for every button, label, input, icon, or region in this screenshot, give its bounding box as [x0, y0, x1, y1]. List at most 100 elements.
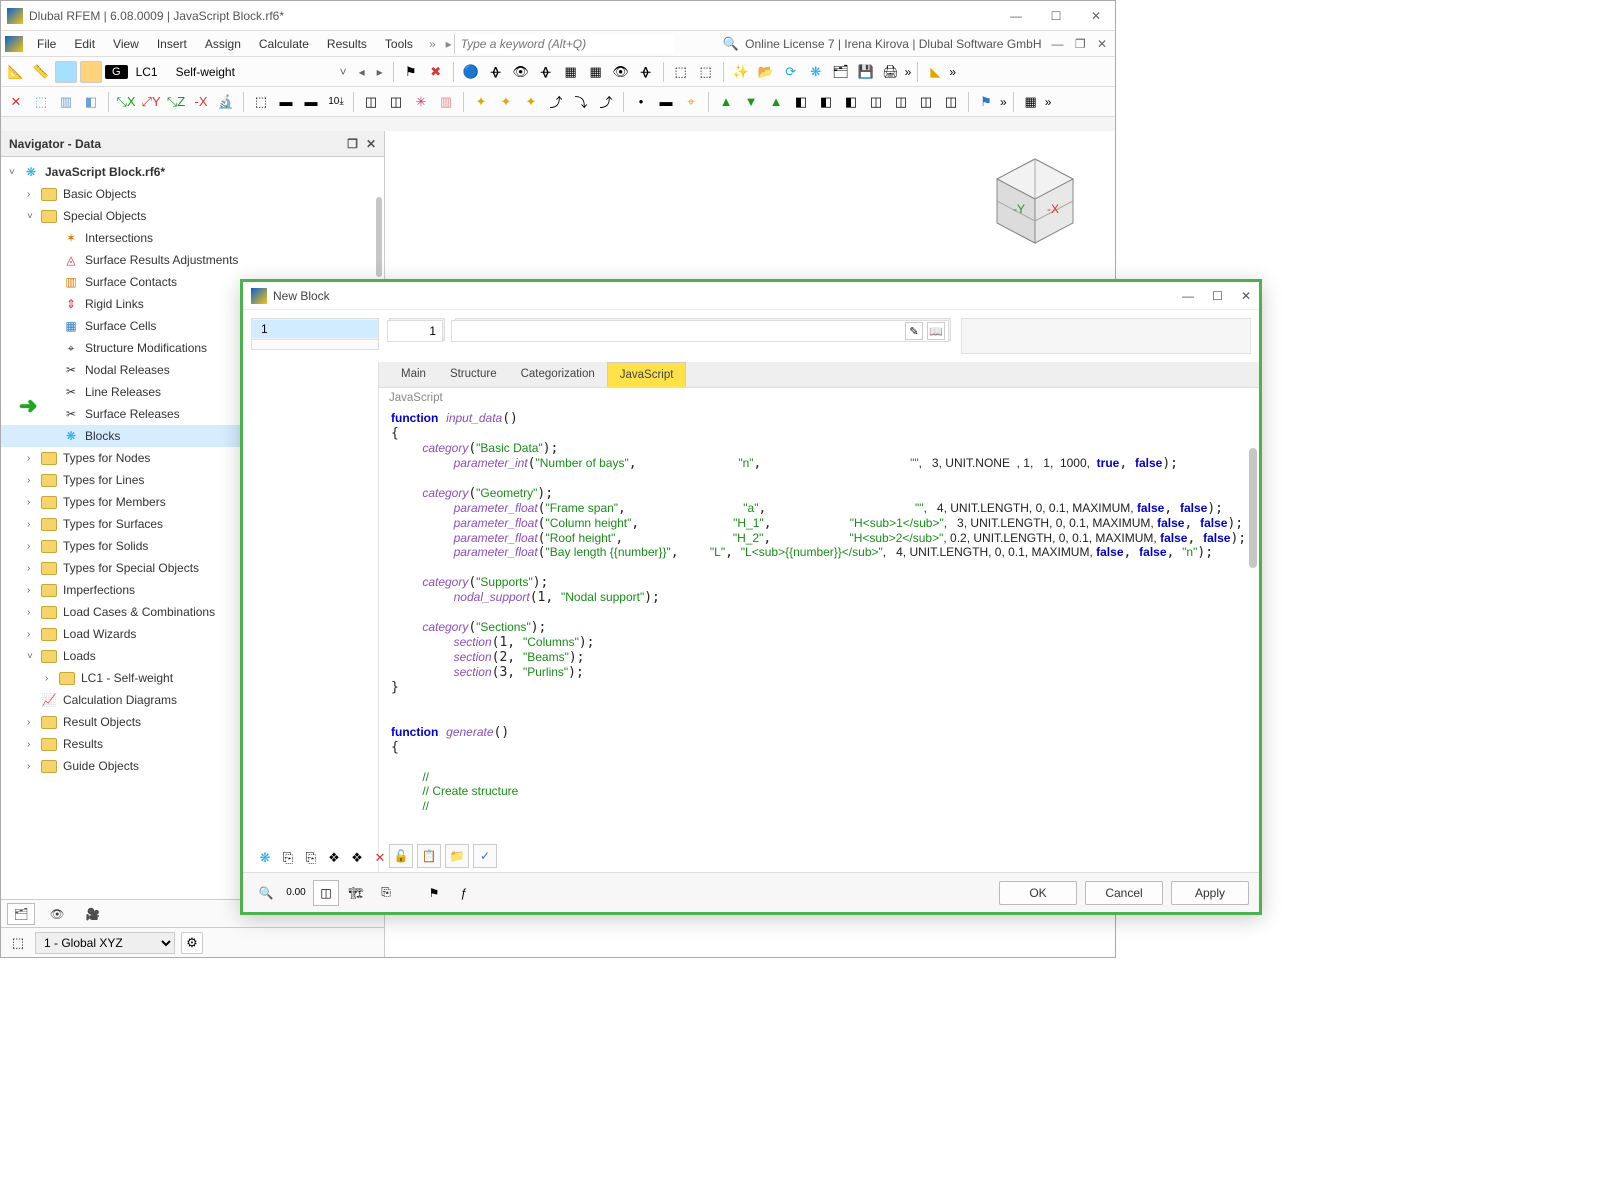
tool-icon[interactable]: ⬚	[695, 61, 717, 83]
tab-javascript[interactable]: JavaScript	[607, 362, 687, 387]
cancel-button[interactable]: Cancel	[1085, 881, 1163, 905]
tree-item-surface-results[interactable]: ◬Surface Results Adjustments	[1, 249, 384, 271]
tree-item[interactable]: ›Basic Objects	[1, 183, 384, 205]
tool-icon[interactable]: 🔬	[215, 91, 237, 113]
navigator-close-icon[interactable]: ✕	[366, 137, 376, 151]
dialog-close-button[interactable]: ✕	[1241, 289, 1251, 303]
tool-icon[interactable]: ◧	[790, 91, 812, 113]
tool-icon[interactable]: 📐	[5, 61, 27, 83]
tool-icon[interactable]: ▲	[715, 91, 737, 113]
tool-icon[interactable]: ◫	[360, 91, 382, 113]
menu-tools[interactable]: Tools	[377, 34, 421, 54]
tool-icon[interactable]: ▥	[55, 91, 77, 113]
nav-tab-data-icon[interactable]: 🗂	[7, 903, 35, 925]
menu-assign[interactable]: Assign	[197, 34, 249, 54]
tool-icon[interactable]: ⟳	[780, 61, 802, 83]
nav-tab-display-icon[interactable]: 👁	[43, 903, 71, 925]
tool-icon[interactable]: 🔵	[460, 61, 482, 83]
tool-icon[interactable]: ✦	[495, 91, 517, 113]
toolbar-overflow[interactable]: »	[1000, 95, 1007, 109]
tool-icon[interactable]: ✦	[520, 91, 542, 113]
mdi-restore-button[interactable]: ❐	[1071, 37, 1090, 51]
search-dropdown-icon[interactable]: ▸	[446, 37, 452, 51]
tool-icon[interactable]: ▦	[1020, 91, 1042, 113]
tool-icon[interactable]: ⤴	[545, 91, 567, 113]
dialog-maximize-button[interactable]: ☐	[1212, 289, 1223, 303]
navigator-float-icon[interactable]: ❐	[347, 137, 358, 151]
footer-help-icon[interactable]: 🔍	[253, 880, 279, 906]
tool-icon[interactable]: 👁	[610, 61, 632, 83]
tool-icon[interactable]: ▬	[655, 91, 677, 113]
code-editor[interactable]: function input_data() { category("Basic …	[379, 408, 1259, 840]
list-tool-icon[interactable]: ❖	[347, 848, 367, 868]
tool-icon[interactable]: ◫	[890, 91, 912, 113]
no-input[interactable]	[387, 320, 443, 342]
tool-icon[interactable]: ✳	[410, 91, 432, 113]
tool-icon[interactable]: ⬚	[670, 61, 692, 83]
tool-icon[interactable]: ❋	[805, 61, 827, 83]
mdi-minimize-button[interactable]: —	[1047, 37, 1067, 51]
dialog-minimize-button[interactable]: —	[1182, 289, 1194, 303]
list-delete-icon[interactable]: ✕	[370, 848, 390, 868]
tool-icon[interactable]: ✦	[470, 91, 492, 113]
search-icon[interactable]: 🔍	[723, 36, 739, 52]
tool-icon[interactable]: ᚖ	[485, 61, 507, 83]
close-button[interactable]: ✕	[1083, 9, 1109, 23]
nav-tab-views-icon[interactable]: 🎥	[79, 903, 107, 925]
toolbar-overflow[interactable]: »	[905, 65, 912, 79]
list-tool-icon[interactable]: ❖	[324, 848, 344, 868]
tool-icon[interactable]: •	[630, 91, 652, 113]
tool-icon[interactable]: ✖	[425, 61, 447, 83]
footer-units-icon[interactable]: 0.00	[283, 880, 309, 906]
tool-icon[interactable]: ◫	[385, 91, 407, 113]
loadcase-id[interactable]: LC1	[132, 63, 168, 81]
footer-script-icon[interactable]: ƒ	[451, 880, 477, 906]
tool-icon[interactable]: ◫	[865, 91, 887, 113]
tool-icon[interactable]: 📂	[755, 61, 777, 83]
footer-tool-icon[interactable]: ⎘	[373, 880, 399, 906]
tool-icon[interactable]: ▼	[740, 91, 762, 113]
tool-icon[interactable]: 📏	[30, 61, 52, 83]
loadcase-name[interactable]: Self-weight	[172, 63, 332, 81]
tab-main[interactable]: Main	[389, 362, 438, 387]
tool-icon[interactable]: 👁	[510, 61, 532, 83]
tool-icon[interactable]: ⚑	[975, 91, 997, 113]
tab-categorization[interactable]: Categorization	[509, 362, 607, 387]
tool-icon[interactable]: ◫	[915, 91, 937, 113]
tool-icon[interactable]: ▬	[300, 91, 322, 113]
ok-button[interactable]: OK	[999, 881, 1077, 905]
coord-system-select[interactable]: 1 - Global XYZ	[35, 932, 175, 954]
tree-root[interactable]: ˅❋JavaScript Block.rf6*	[1, 161, 384, 183]
mdi-close-button[interactable]: ✕	[1093, 37, 1111, 51]
footer-tool-icon[interactable]: ⚑	[421, 880, 447, 906]
toolbar-overflow[interactable]: »	[949, 65, 956, 79]
edit-name-icon[interactable]: ✎	[905, 322, 923, 340]
tool-icon[interactable]: ◣	[924, 61, 946, 83]
tool-icon[interactable]: ⬚	[250, 91, 272, 113]
tool-icon[interactable]: ◫	[940, 91, 962, 113]
tool-icon[interactable]: ⤵	[570, 91, 592, 113]
tool-icon[interactable]: 🗂	[830, 61, 852, 83]
tool-icon[interactable]: ◧	[840, 91, 862, 113]
check-icon[interactable]: ✓	[473, 844, 497, 868]
tool-icon[interactable]: 🖨	[880, 61, 902, 83]
tool-icon[interactable]: ▦	[560, 61, 582, 83]
tool-icon[interactable]: ◧	[80, 91, 102, 113]
menu-overflow[interactable]: »	[423, 37, 442, 51]
tool-icon[interactable]: ▥	[435, 91, 457, 113]
apply-button[interactable]: Apply	[1171, 881, 1249, 905]
tab-structure[interactable]: Structure	[438, 362, 509, 387]
footer-tool-icon[interactable]: 🏗	[343, 880, 369, 906]
axis-z-icon[interactable]: ⤡Z	[165, 91, 187, 113]
menu-calculate[interactable]: Calculate	[251, 34, 317, 54]
lock-icon[interactable]: 🔓	[389, 844, 413, 868]
menu-insert[interactable]: Insert	[149, 34, 195, 54]
axis-x-icon[interactable]: ⤡X	[115, 91, 137, 113]
keyword-search-input[interactable]	[454, 34, 674, 54]
tool-icon[interactable]: ✕	[5, 91, 27, 113]
toolbar-overflow[interactable]: »	[1045, 95, 1052, 109]
tool-icon[interactable]: ▲	[765, 91, 787, 113]
tool-icon[interactable]: ✨	[730, 61, 752, 83]
tool-icon[interactable]	[80, 61, 102, 83]
tool-icon[interactable]: ⌖	[680, 91, 702, 113]
